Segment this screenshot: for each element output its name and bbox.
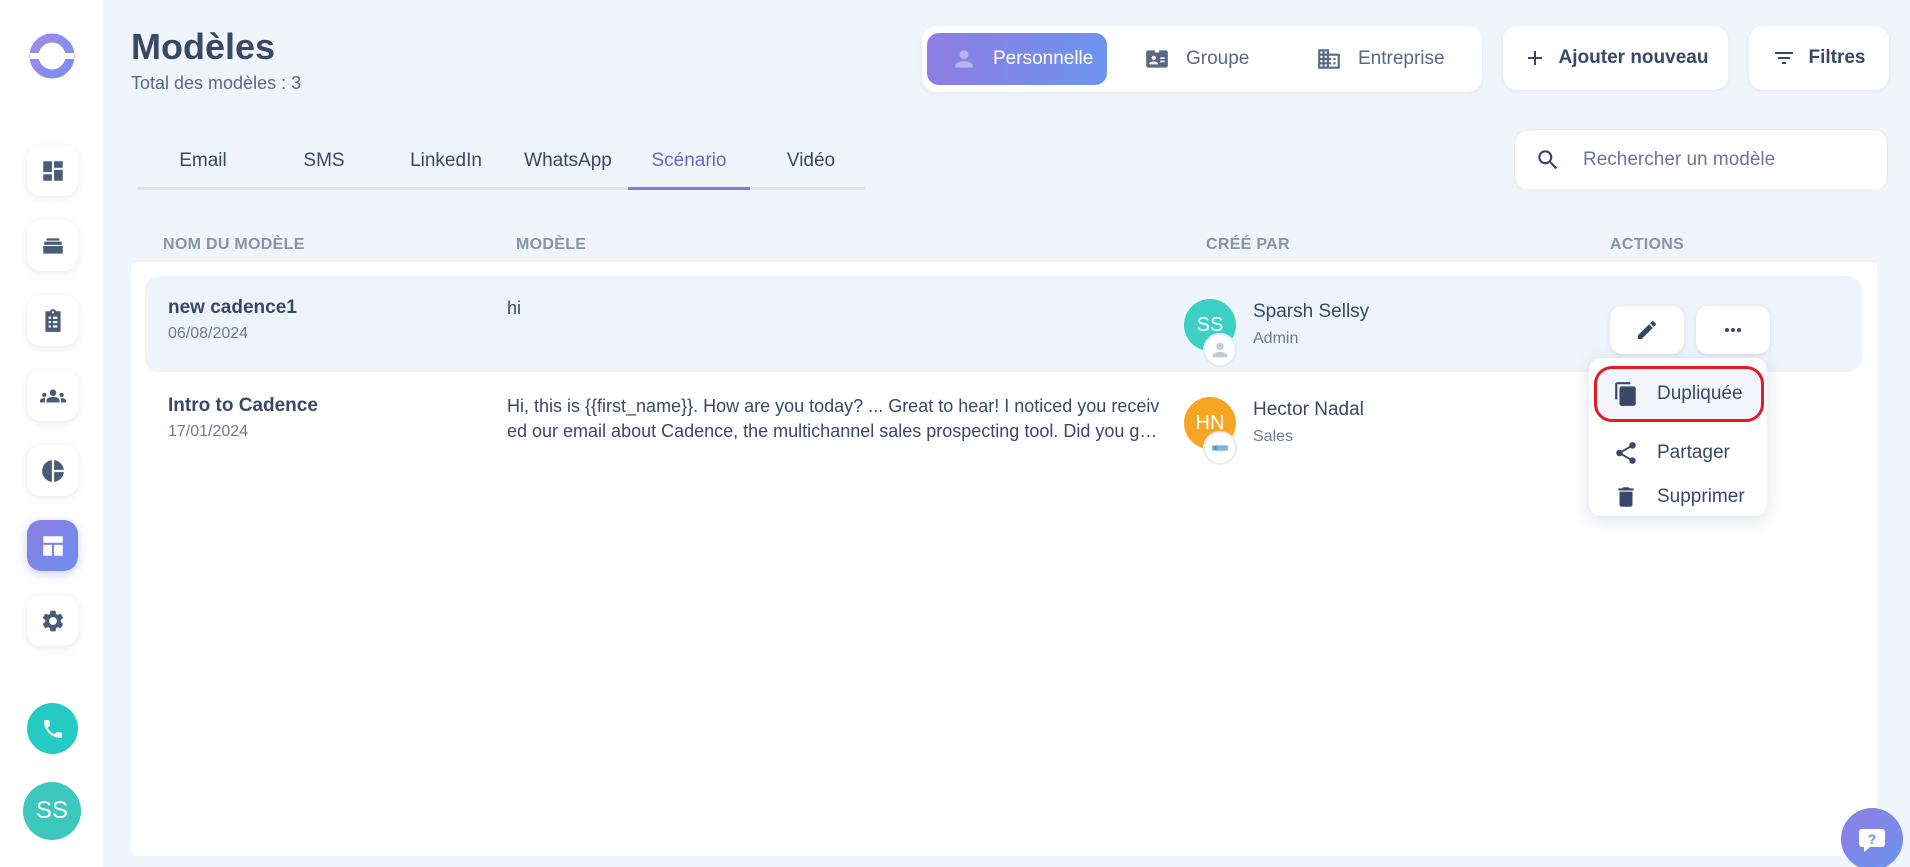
template-name: new cadence1 bbox=[168, 297, 297, 318]
more-actions-button[interactable] bbox=[1696, 306, 1770, 354]
creator-name: Sparsh Sellsy bbox=[1253, 301, 1370, 322]
tab-email[interactable]: Email bbox=[142, 150, 264, 190]
filters-button[interactable]: Filtres bbox=[1749, 26, 1889, 90]
tab-whatsapp[interactable]: WhatsApp bbox=[507, 150, 629, 190]
creator-name: Hector Nadal bbox=[1253, 399, 1364, 420]
template-body: hi bbox=[507, 298, 522, 318]
page-title: Modèles bbox=[131, 26, 276, 67]
scope-group[interactable]: Groupe bbox=[1144, 33, 1294, 85]
scope-company[interactable]: Entreprise bbox=[1316, 33, 1476, 85]
template-name: Intro to Cadence bbox=[168, 395, 318, 416]
col-template: MODÈLE bbox=[516, 236, 587, 253]
channel-tabs: Email SMS LinkedIn WhatsApp Scénario Vid… bbox=[137, 140, 865, 190]
svg-text:?: ? bbox=[1868, 831, 1877, 847]
template-count: Total des modèles : 3 bbox=[131, 73, 302, 93]
col-created-by: CRÉÉ PAR bbox=[1206, 236, 1290, 253]
creator-role: Admin bbox=[1253, 330, 1299, 347]
scope-group-label: Groupe bbox=[1186, 48, 1250, 69]
nav-templates[interactable] bbox=[27, 520, 78, 571]
nav-dashboard[interactable] bbox=[27, 145, 78, 196]
add-new-button[interactable]: Ajouter nouveau bbox=[1503, 26, 1728, 90]
person-icon bbox=[955, 50, 973, 68]
tab-scenario[interactable]: Scénario bbox=[628, 150, 750, 190]
app-logo[interactable] bbox=[28, 32, 76, 80]
share-icon bbox=[1616, 442, 1636, 464]
building-icon bbox=[1318, 49, 1340, 69]
id-card-icon bbox=[1146, 50, 1168, 68]
nav-settings[interactable] bbox=[27, 595, 78, 646]
nav-people[interactable] bbox=[27, 370, 78, 421]
template-date: 06/08/2024 bbox=[168, 325, 249, 342]
copy-icon bbox=[1615, 382, 1636, 406]
people-icon bbox=[39, 389, 66, 402]
menu-duplicate-label: Dupliquée bbox=[1657, 383, 1743, 404]
creator-role: Sales bbox=[1253, 428, 1294, 445]
search-input[interactable] bbox=[1583, 149, 1883, 171]
phone-icon bbox=[43, 719, 62, 738]
active-tab-indicator bbox=[628, 187, 750, 190]
scope-switcher: Personnelle Groupe Entreprise bbox=[922, 26, 1482, 92]
scope-personal-label: Personnelle bbox=[993, 48, 1094, 69]
template-date: 17/01/2024 bbox=[168, 423, 249, 440]
menu-duplicate[interactable]: Dupliquée bbox=[1594, 366, 1764, 422]
filter-icon bbox=[1775, 52, 1794, 64]
trash-icon bbox=[1618, 487, 1634, 507]
tab-video[interactable]: Vidéo bbox=[750, 150, 872, 190]
nav-cadences[interactable] bbox=[27, 220, 78, 271]
nav-reports[interactable] bbox=[27, 445, 78, 496]
pencil-icon bbox=[1638, 320, 1657, 339]
search-box bbox=[1514, 129, 1888, 191]
menu-delete-label: Supprimer bbox=[1657, 486, 1745, 507]
menu-share[interactable]: Partager bbox=[1613, 437, 1730, 469]
clipboard-icon bbox=[44, 308, 61, 332]
help-button[interactable]: ? bbox=[1841, 808, 1903, 867]
actions-menu: Dupliquée Partager Supprimer bbox=[1589, 358, 1767, 516]
sidebar: SS bbox=[0, 0, 103, 867]
filters-label: Filtres bbox=[1808, 47, 1866, 68]
add-new-label: Ajouter nouveau bbox=[1558, 47, 1709, 68]
creator-photo bbox=[1203, 333, 1237, 367]
edit-button[interactable] bbox=[1610, 306, 1684, 354]
user-placeholder-icon bbox=[1212, 342, 1228, 358]
user-avatar[interactable]: SS bbox=[23, 782, 81, 840]
help-icon: ? bbox=[1859, 829, 1885, 852]
col-actions: ACTIONS bbox=[1610, 236, 1685, 253]
scope-company-label: Entreprise bbox=[1358, 48, 1445, 69]
gear-icon bbox=[42, 610, 63, 631]
search-icon bbox=[1538, 150, 1558, 170]
tab-sms[interactable]: SMS bbox=[263, 150, 385, 190]
dashboard-icon bbox=[42, 160, 63, 181]
company-logo-icon bbox=[1211, 445, 1229, 451]
nav-tasks[interactable] bbox=[27, 295, 78, 346]
template-body: Hi, this is {{first_name}}. How are you … bbox=[507, 396, 1160, 441]
menu-delete[interactable]: Supprimer bbox=[1613, 481, 1745, 513]
template-icon bbox=[42, 535, 63, 556]
menu-share-label: Partager bbox=[1657, 442, 1730, 463]
more-horizontal-icon bbox=[1725, 328, 1741, 332]
pie-chart-icon bbox=[41, 459, 64, 482]
col-template-name: NOM DU MODÈLE bbox=[163, 236, 305, 253]
plus-icon bbox=[1527, 51, 1542, 65]
scope-personal[interactable]: Personnelle bbox=[927, 33, 1107, 85]
layers-icon bbox=[42, 237, 63, 254]
phone-button[interactable] bbox=[27, 703, 78, 754]
creator-company-logo bbox=[1203, 431, 1237, 465]
tab-linkedin[interactable]: LinkedIn bbox=[385, 150, 507, 190]
